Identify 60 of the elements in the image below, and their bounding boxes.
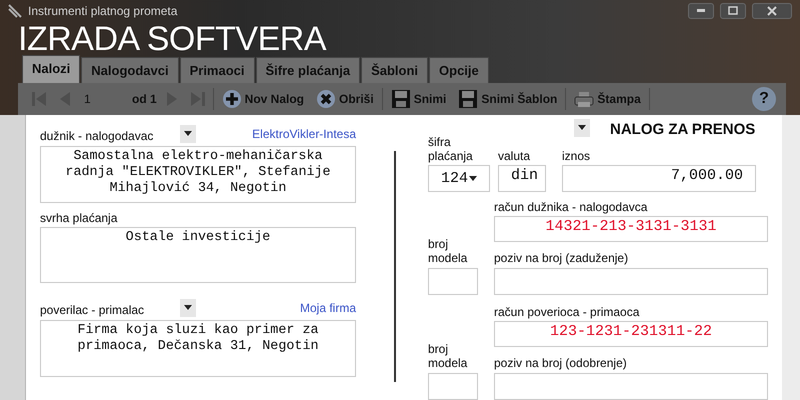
- payment-code-select[interactable]: 124: [428, 165, 490, 192]
- dropdown-button[interactable]: [180, 124, 196, 142]
- form-heading: NALOG ZA PRENOS: [610, 120, 756, 140]
- tab[interactable]: Nalogodavci: [81, 56, 179, 84]
- tab[interactable]: Opcije: [429, 56, 489, 84]
- account-field[interactable]: 14321-213-3131-3131: [494, 216, 768, 242]
- app-icon: [8, 4, 22, 18]
- close-button[interactable]: [752, 2, 792, 19]
- text-field[interactable]: Samostalna elektro-mehaničarska radnja "ELEKTROVIKLER", Stefanije Mihajlović 34, Negotin: [40, 146, 356, 202]
- caret-icon: [184, 305, 192, 310]
- minimize-button[interactable]: [688, 2, 714, 19]
- toolbar-button[interactable]: Snimi: [386, 88, 450, 109]
- close-icon: [766, 4, 778, 17]
- field-label: račun dužnika - nalogodavca: [494, 200, 648, 214]
- caret-icon: [469, 176, 477, 181]
- toolbar-button[interactable]: Nov Nalog: [218, 88, 308, 109]
- account-link[interactable]: Moja firma: [300, 298, 356, 316]
- help-button[interactable]: ?: [752, 86, 776, 111]
- field-label: račun poverioca - primaoca: [494, 305, 640, 319]
- delete-icon: [316, 88, 336, 109]
- currency-field[interactable]: din: [498, 165, 546, 192]
- maximize-icon: [728, 6, 738, 16]
- field-label: broj modela: [428, 342, 468, 370]
- maximize-button[interactable]: [720, 2, 746, 19]
- tab[interactable]: Šifre plaćanja: [256, 56, 360, 84]
- dropdown-button[interactable]: [180, 298, 196, 316]
- caret-icon: [578, 125, 586, 130]
- banner-title: IZRADA SOFTVERA: [17, 21, 328, 58]
- field-label: poverilac - primalac: [40, 302, 146, 316]
- field-label: poziv na broj (zaduženje): [494, 251, 630, 265]
- field-label: dužnik - nalogodavac: [40, 128, 154, 142]
- page-field[interactable]: 1: [80, 88, 128, 109]
- field-label: šifra plaćanja: [428, 135, 474, 163]
- plus-icon: [222, 88, 242, 109]
- account-field[interactable]: 123-1231-231311-22: [494, 321, 768, 347]
- toolbar-button[interactable]: Obriši: [312, 88, 378, 109]
- tab[interactable]: Šabloni: [361, 56, 428, 84]
- page-count: od 1: [132, 90, 157, 108]
- toolbar-button[interactable]: Snimi Šablon: [454, 88, 562, 109]
- field-label: broj modela: [428, 237, 468, 265]
- minimize-icon: [697, 9, 705, 12]
- caret-icon: [184, 131, 192, 136]
- account-link[interactable]: ElektroVikler-Intesa: [252, 124, 356, 142]
- field-label: valuta: [498, 149, 532, 163]
- toolbar-button[interactable]: Štampa: [570, 88, 645, 109]
- field-label: iznos: [562, 149, 592, 163]
- text-field[interactable]: Ostale investicije: [40, 226, 356, 282]
- model-field[interactable]: [428, 373, 478, 400]
- select-value: 124: [441, 170, 468, 186]
- field-label: poziv na broj (odobrenje): [494, 356, 628, 370]
- tab[interactable]: Nalozi: [22, 54, 80, 84]
- reference-field[interactable]: [494, 373, 768, 400]
- window-title: Instrumenti platnog prometa: [28, 2, 178, 20]
- dropdown-button[interactable]: [574, 118, 590, 136]
- text-field[interactable]: Firma koja sluzi kao primer za primaoca, Dečanska 31, Negotin: [40, 320, 356, 376]
- model-field[interactable]: [428, 268, 478, 295]
- field-label: svrha plaćanja: [40, 210, 118, 224]
- amount-field[interactable]: 7,000.00: [562, 165, 756, 192]
- reference-field[interactable]: [494, 268, 768, 295]
- tab[interactable]: Primaoci: [180, 56, 255, 84]
